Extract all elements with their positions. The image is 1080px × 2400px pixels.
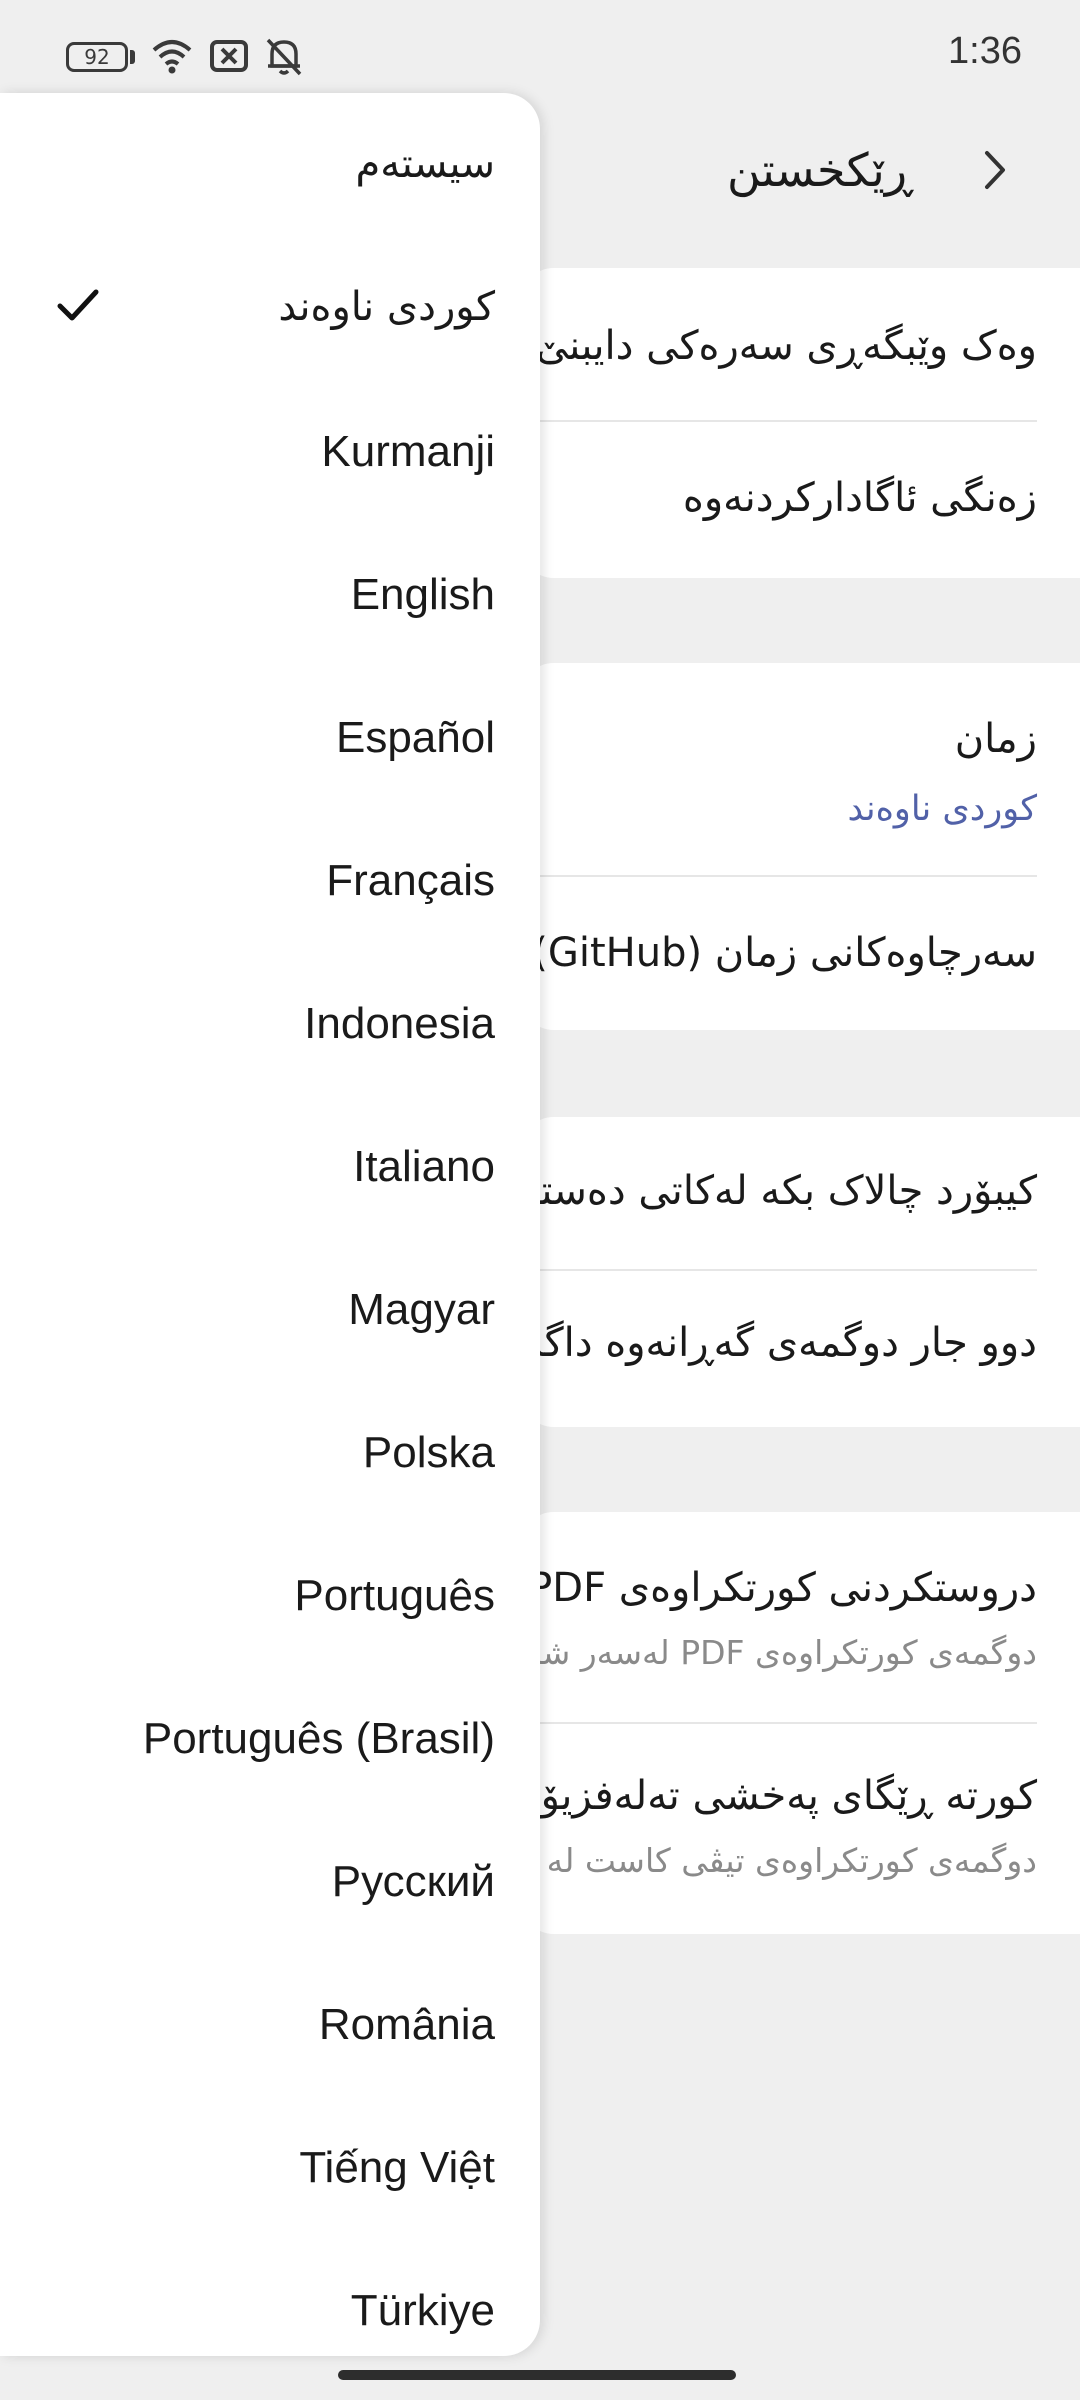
language-option-italian[interactable]: Italiano [0, 1095, 540, 1238]
notification-sound-row[interactable]: زەنگی ئاگادارکردنەوە [683, 470, 1037, 526]
language-option-label: Italiano [353, 1142, 495, 1191]
notifications-off-icon [266, 38, 302, 76]
language-option-hungarian[interactable]: Magyar [0, 1238, 540, 1381]
language-row-value: کوردی ناوەند [847, 789, 1037, 829]
pdf-shortcut-subtitle: دوگمەی کورتکراوەی PDF لەسەر شاشە [487, 1633, 1037, 1672]
language-option-label: Tiếng Việt [299, 2143, 495, 2192]
language-option-label: Español [335, 713, 495, 762]
language-option-english[interactable]: English [0, 523, 540, 666]
language-option-turkish[interactable]: Türkiye [0, 2239, 540, 2356]
language-option-vietnamese[interactable]: Tiếng Việt [0, 2096, 540, 2239]
default-browser-row[interactable]: وەک وێبگەڕی سەرەکی دایبنێ [536, 318, 1037, 374]
language-option-label: Polska [362, 1428, 495, 1477]
language-option-label: Türkiye [350, 2286, 495, 2335]
language-option-label: Magyar [348, 1285, 495, 1334]
tv-cast-shortcut-title[interactable]: کورتە ڕێگای پەخشی تەلەفزیۆنی [496, 1768, 1037, 1824]
page-title: ڕێکخستن [727, 143, 913, 197]
divider [517, 1269, 1037, 1271]
tv-cast-shortcut-subtitle: دوگمەی کورتکراوەی تیڤی کاست لە [546, 1841, 1037, 1880]
language-option-indonesian[interactable]: Indonesia [0, 952, 540, 1095]
settings-card-shortcuts: دروستکردنی کورتکراوەی PDF دوگمەی کورتکرا… [487, 1512, 1080, 1934]
data-off-icon [210, 40, 248, 72]
language-sources-row[interactable]: سەرچاوەکانی زمان (GitHub) [532, 925, 1037, 981]
settings-card-general: وەک وێبگەڕی سەرەکی دایبنێ زەنگی ئاگادارک… [517, 268, 1080, 578]
language-option-label: Kurmanji [321, 427, 495, 476]
language-option-portuguese-brazil[interactable]: Português (Brasil) [0, 1667, 540, 1810]
settings-card-input: کیبۆرد چالاک بکە لەکاتی دەستپێکردن دوو ج… [426, 1117, 1080, 1427]
language-option-label: کوردی ناوەند [278, 284, 495, 330]
language-option-central-kurdish[interactable]: کوردی ناوەند [0, 236, 540, 379]
language-option-label: Français [326, 856, 495, 905]
language-option-kurmanji[interactable]: Kurmanji [0, 380, 540, 523]
language-option-french[interactable]: Français [0, 809, 540, 952]
divider [517, 875, 1037, 877]
language-option-label: Português (Brasil) [142, 1714, 495, 1763]
battery-tip [130, 50, 135, 64]
language-option-label: English [350, 570, 495, 619]
language-option-russian[interactable]: Русский [0, 1810, 540, 1953]
language-option-label: Русский [331, 1857, 495, 1906]
double-back-row[interactable]: دوو جار دوگمەی گەڕانەوە داگرە [502, 1315, 1037, 1371]
clock: 1:36 [948, 30, 1022, 72]
divider [517, 1722, 1037, 1724]
language-row-title[interactable]: زمان [955, 711, 1037, 767]
language-option-portuguese[interactable]: Português [0, 1524, 540, 1667]
language-option-label: Indonesia [304, 999, 495, 1048]
divider [517, 420, 1037, 422]
battery-level: 92 [84, 45, 110, 69]
language-option-label: سیستەم [355, 141, 495, 187]
chevron-right-icon[interactable] [975, 145, 1015, 195]
wifi-icon [152, 40, 192, 74]
pdf-shortcut-title[interactable]: دروستکردنی کورتکراوەی PDF [528, 1560, 1037, 1616]
home-indicator[interactable] [338, 2370, 736, 2380]
language-option-system[interactable]: سیستەم [0, 93, 540, 236]
settings-card-language: زمان کوردی ناوەند سەرچاوەکانی زمان (GitH… [517, 663, 1080, 1030]
language-option-spanish[interactable]: Español [0, 666, 540, 809]
language-option-label: România [318, 2000, 495, 2049]
language-option-romanian[interactable]: România [0, 1953, 540, 2096]
battery-icon: 92 [66, 42, 128, 72]
check-icon [57, 289, 99, 321]
language-menu: سیستەم کوردی ناوەند Kurmanji English Esp… [0, 93, 540, 2356]
language-option-label: Português [294, 1571, 495, 1620]
language-option-polish[interactable]: Polska [0, 1381, 540, 1524]
